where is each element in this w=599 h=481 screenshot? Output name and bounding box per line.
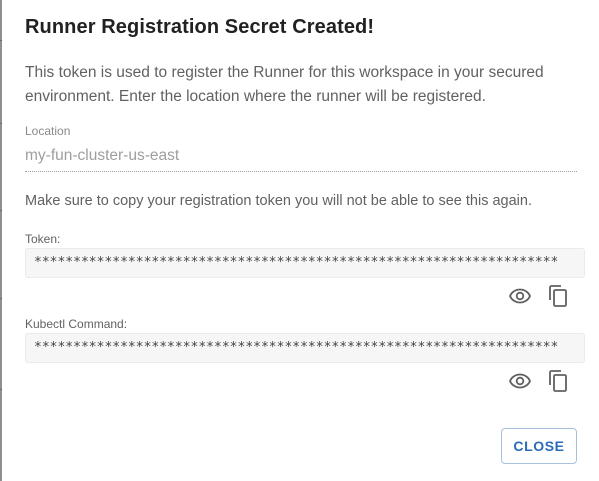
- token-value: ****************************************…: [25, 248, 585, 278]
- eye-icon: [509, 288, 531, 304]
- close-button[interactable]: CLOSE: [501, 428, 577, 464]
- location-label: Location: [25, 124, 71, 138]
- copy-icon: [549, 285, 567, 307]
- registration-secret-dialog: Runner Registration Secret Created! This…: [2, 0, 599, 481]
- copy-icon[interactable]: [545, 283, 571, 309]
- eye-icon: [509, 373, 531, 389]
- copy-icon[interactable]: [545, 368, 571, 394]
- kubectl-label: Kubectl Command:: [25, 317, 128, 331]
- kubectl-value: ****************************************…: [25, 333, 585, 363]
- copy-warning-note: Make sure to copy your registration toke…: [25, 193, 532, 209]
- location-field[interactable]: my-fun-cluster-us-east: [25, 146, 577, 172]
- dialog-title: Runner Registration Secret Created!: [25, 16, 375, 38]
- copy-icon: [549, 370, 567, 392]
- eye-icon[interactable]: [507, 283, 533, 309]
- eye-icon[interactable]: [507, 368, 533, 394]
- dialog-description: This token is used to register the Runne…: [25, 64, 544, 105]
- token-label: Token:: [25, 232, 61, 246]
